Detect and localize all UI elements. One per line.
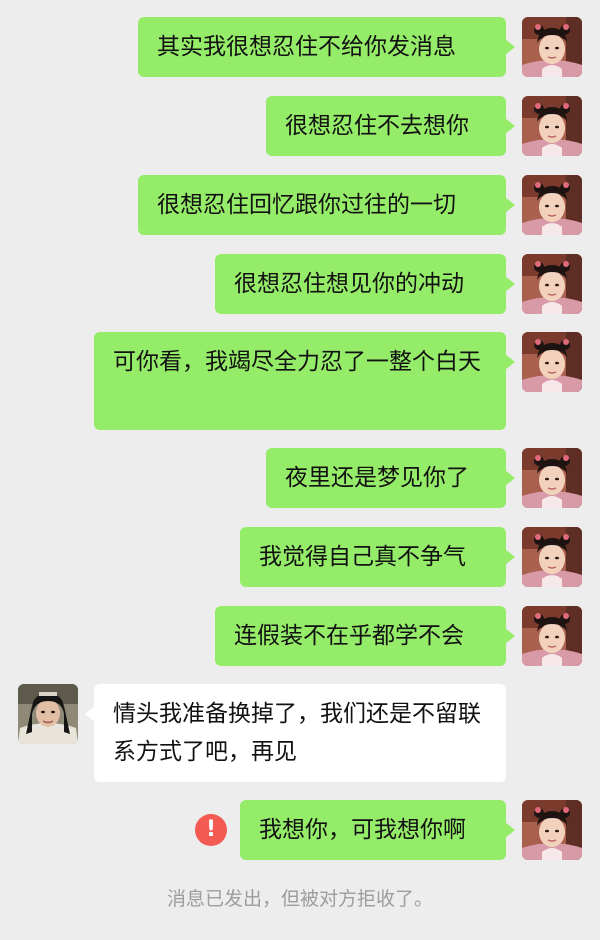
my-avatar[interactable] (522, 254, 582, 314)
my-avatar[interactable] (522, 527, 582, 587)
message-bubble[interactable]: 夜里还是梦见你了 (266, 448, 515, 508)
my-avatar[interactable] (522, 17, 582, 77)
message-bubble[interactable]: 很想忍住不去想你 (266, 96, 515, 156)
message-bubble[interactable]: 其实我很想忍住不给你发消息 (138, 17, 515, 77)
my-avatar[interactable] (522, 96, 582, 156)
message-bubble[interactable]: 很想忍住回忆跟你过往的一切 (138, 175, 515, 235)
my-avatar[interactable] (522, 606, 582, 666)
send-failed-icon[interactable]: ! (195, 814, 227, 846)
message-bubble[interactable]: 连假装不在乎都学不会 (215, 606, 515, 666)
message-bubble[interactable]: 情头我准备换掉了，我们还是不留联系方式了吧，再见 (85, 684, 506, 782)
my-avatar[interactable] (522, 332, 582, 392)
message-bubble[interactable]: 我想你，可我想你啊 (240, 800, 515, 860)
chat-area: 其实我很想忍住不给你发消息 很想忍住不去想你 很想忍住回忆跟你过往的一切 很想忍… (0, 0, 600, 940)
message-bubble[interactable]: 我觉得自己真不争气 (240, 527, 515, 587)
my-avatar[interactable] (522, 175, 582, 235)
message-bubble[interactable]: 可你看，我竭尽全力忍了一整个白天 (94, 332, 515, 430)
contact-avatar[interactable] (18, 684, 78, 744)
my-avatar[interactable] (522, 448, 582, 508)
message-bubble[interactable]: 很想忍住想见你的冲动 (215, 254, 515, 314)
my-avatar[interactable] (522, 800, 582, 860)
system-notice: 消息已发出，但被对方拒收了。 (166, 888, 433, 910)
